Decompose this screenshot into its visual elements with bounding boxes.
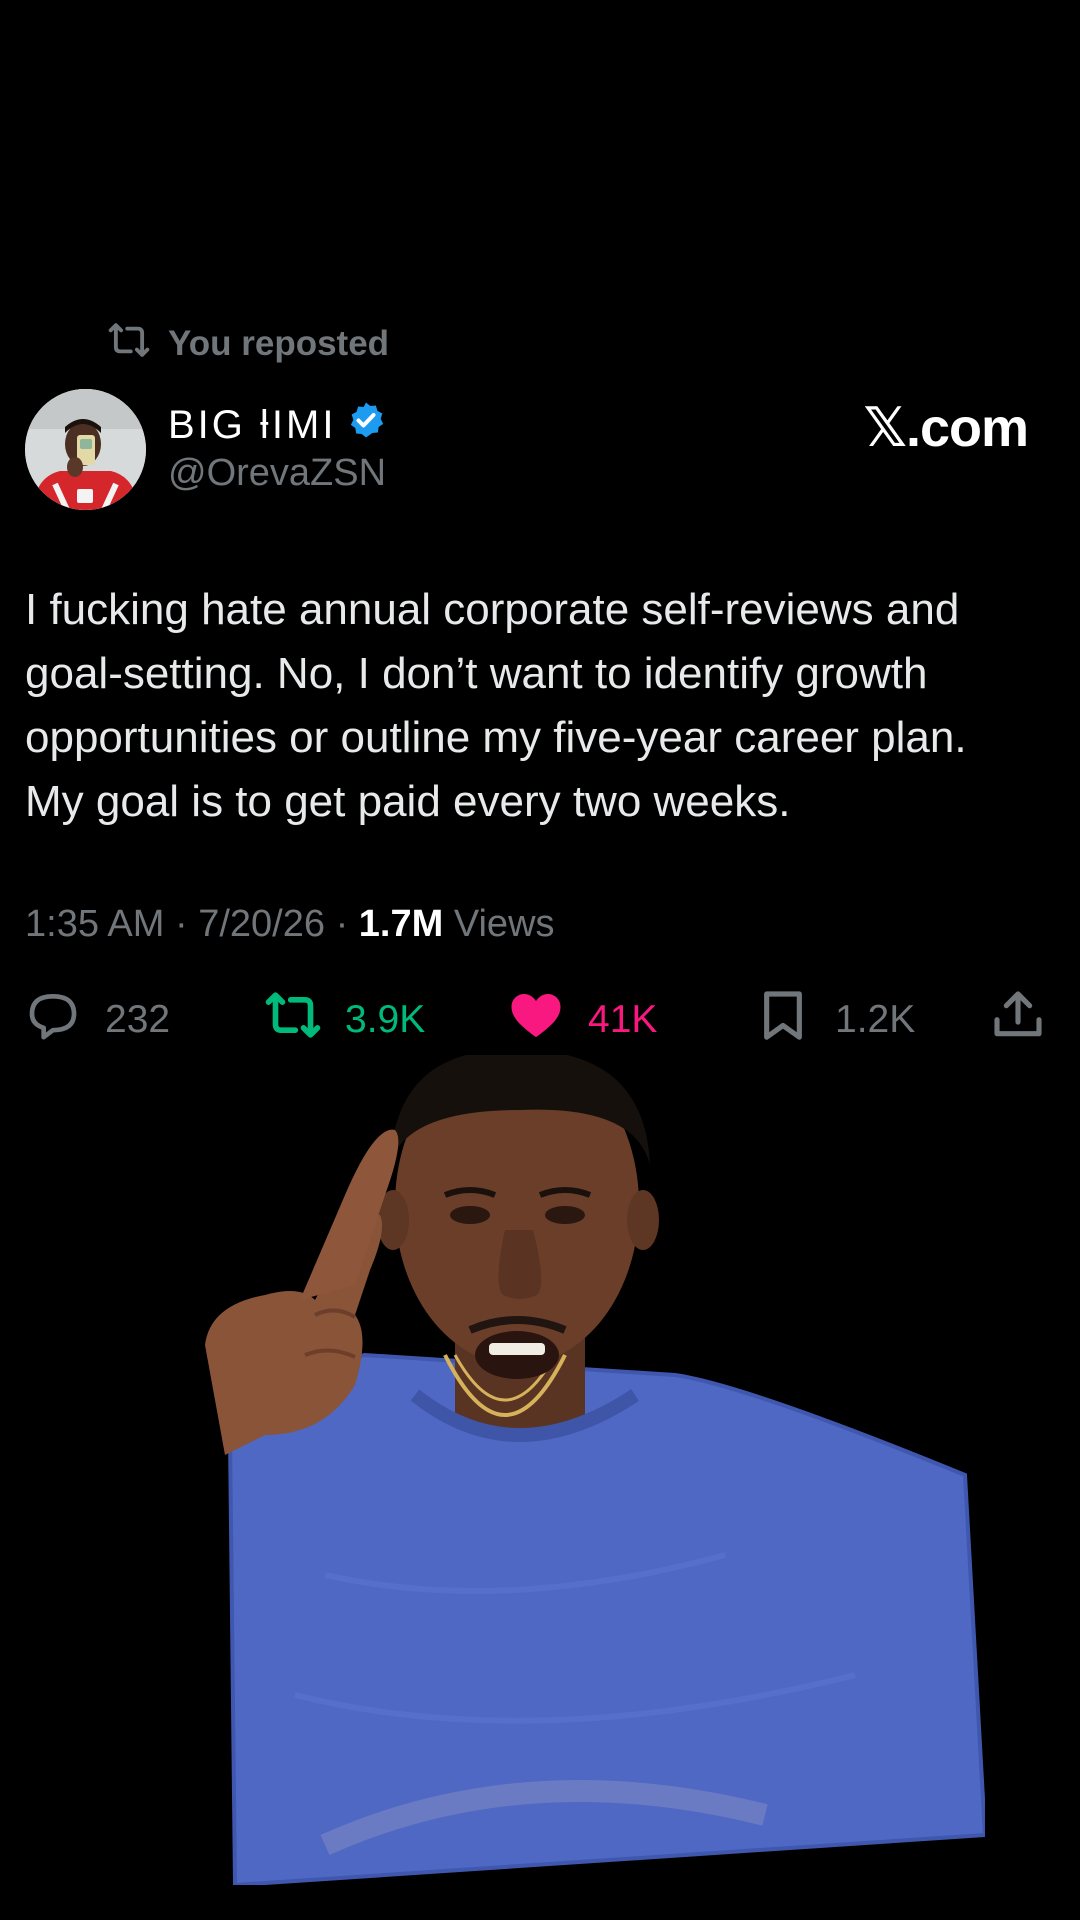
bookmark-icon bbox=[755, 987, 811, 1053]
repost-icon bbox=[108, 319, 150, 370]
post-date[interactable]: 7/20/26 bbox=[198, 903, 325, 945]
views-label: Views bbox=[453, 903, 555, 945]
share-button[interactable] bbox=[990, 990, 1046, 1050]
meta-separator: · bbox=[335, 903, 349, 945]
reply-count: 232 bbox=[105, 998, 171, 1041]
repost-label: You reposted bbox=[168, 324, 390, 363]
author-name[interactable]: BIG ƚIMI bbox=[168, 400, 386, 450]
post-metadata: 1:35 AM · 7/20/26 · 1.7M Views bbox=[25, 903, 555, 946]
person-photo bbox=[205, 1045, 988, 1888]
author-display-name: BIG ƚIMI bbox=[168, 402, 337, 447]
author-handle[interactable]: @OrevaZSN bbox=[168, 452, 386, 495]
avatar[interactable] bbox=[25, 389, 146, 510]
meta-separator: · bbox=[174, 903, 188, 945]
heart-icon bbox=[508, 987, 564, 1053]
post-time[interactable]: 1:35 AM bbox=[25, 903, 164, 945]
verified-badge-icon bbox=[346, 400, 386, 450]
share-icon bbox=[990, 987, 1046, 1053]
x-brand-logo: 𝕏.com bbox=[863, 398, 1029, 458]
like-button[interactable]: 41K bbox=[508, 990, 657, 1050]
reply-button[interactable]: 232 bbox=[25, 990, 170, 1050]
like-count: 41K bbox=[588, 998, 658, 1041]
post-text: I fucking hate annual corporate self-rev… bbox=[25, 585, 967, 826]
repost-count: 3.9K bbox=[345, 998, 426, 1041]
views-count: 1.7M bbox=[358, 903, 444, 945]
repost-button[interactable]: 3.9K bbox=[265, 990, 425, 1050]
comment-icon bbox=[25, 987, 81, 1053]
repost-icon bbox=[265, 987, 321, 1053]
bookmark-count: 1.2K bbox=[835, 998, 916, 1041]
repost-header: You reposted bbox=[108, 322, 389, 366]
bookmark-button[interactable]: 1.2K bbox=[755, 990, 915, 1050]
